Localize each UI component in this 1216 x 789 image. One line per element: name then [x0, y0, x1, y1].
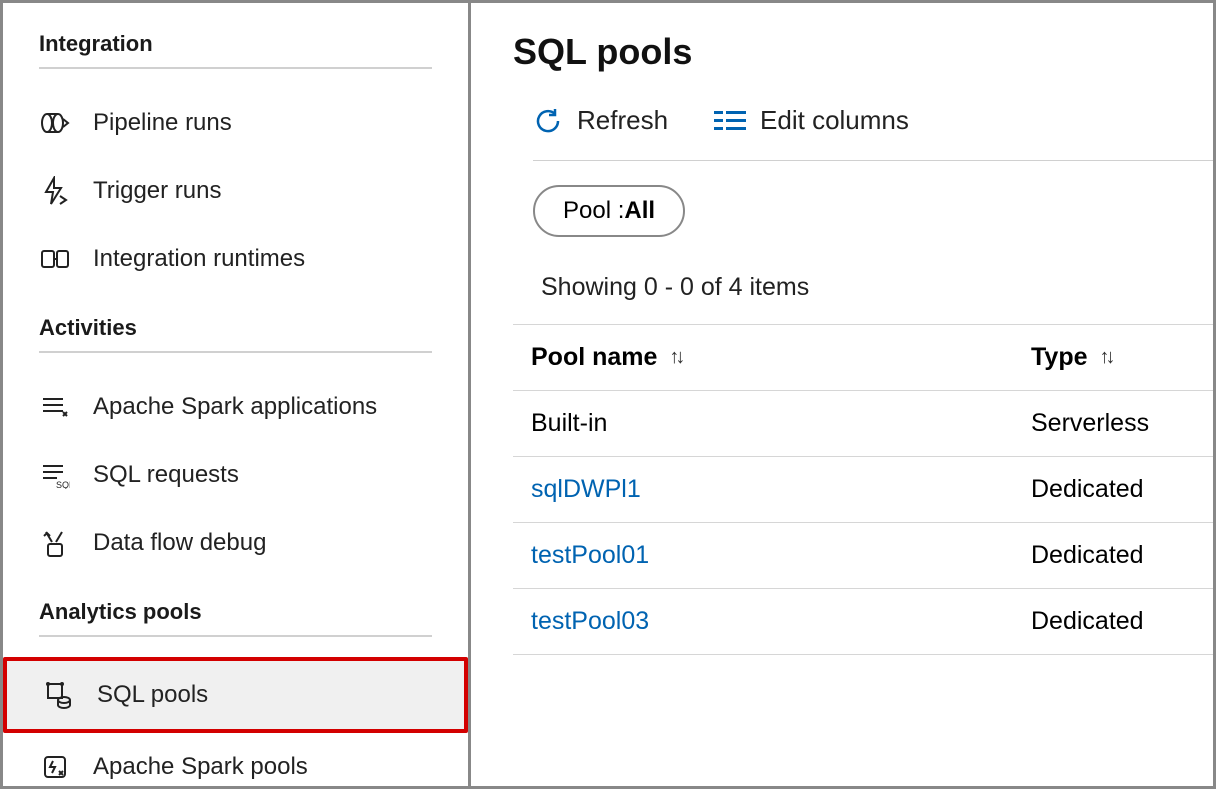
- refresh-button[interactable]: Refresh: [533, 105, 668, 136]
- pool-name-link[interactable]: testPool03: [531, 607, 1031, 636]
- sidebar-item-spark-applications[interactable]: Apache Spark applications: [3, 373, 468, 441]
- column-header-pool-name[interactable]: Pool name ↑↓: [531, 343, 1031, 372]
- dataflow-icon: [39, 527, 71, 559]
- table-row: testPool03 Dedicated: [513, 589, 1213, 655]
- sidebar-item-label: Pipeline runs: [93, 109, 232, 137]
- sidebar-item-data-flow-debug[interactable]: Data flow debug: [3, 509, 468, 577]
- trigger-icon: [39, 175, 71, 207]
- sidebar-item-pipeline-runs[interactable]: Pipeline runs: [3, 89, 468, 157]
- edit-columns-icon: [714, 109, 746, 133]
- sidebar-item-label: Apache Spark applications: [93, 393, 377, 421]
- table-row: sqlDWPl1 Dedicated: [513, 457, 1213, 523]
- svg-text:SQL: SQL: [56, 480, 70, 489]
- sidebar-item-label: SQL pools: [97, 681, 208, 709]
- items-count-text: Showing 0 - 0 of 4 items: [513, 237, 1213, 324]
- table-row: testPool01 Dedicated: [513, 523, 1213, 589]
- section-activities: Activities: [39, 315, 432, 353]
- sort-icon: ↑↓: [1100, 346, 1112, 369]
- sidebar-item-label: SQL requests: [93, 461, 239, 489]
- pool-name-link[interactable]: testPool01: [531, 541, 1031, 570]
- sidebar-item-sql-requests[interactable]: SQL SQL requests: [3, 441, 468, 509]
- pipeline-icon: [39, 107, 71, 139]
- edit-columns-button[interactable]: Edit columns: [714, 105, 909, 136]
- spark-app-icon: [39, 391, 71, 423]
- sidebar-item-label: Apache Spark pools: [93, 753, 308, 781]
- sidebar-item-integration-runtimes[interactable]: Integration runtimes: [3, 225, 468, 293]
- page-title: SQL pools: [513, 31, 1213, 73]
- refresh-icon: [533, 106, 563, 136]
- sidebar-item-label: Integration runtimes: [93, 245, 305, 273]
- main-content: SQL pools Refresh Edit columns Pool :: [471, 3, 1213, 786]
- sort-icon: ↑↓: [669, 346, 681, 369]
- column-header-type[interactable]: Type ↑↓: [1031, 343, 1213, 372]
- pool-type: Serverless: [1031, 409, 1213, 438]
- pool-type: Dedicated: [1031, 475, 1213, 504]
- section-analytics-pools: Analytics pools: [39, 599, 432, 637]
- filter-pool[interactable]: Pool : All: [533, 185, 685, 237]
- sidebar-item-apache-spark-pools[interactable]: Apache Spark pools: [3, 733, 468, 786]
- sidebar-item-sql-pools[interactable]: SQL pools: [3, 657, 468, 733]
- sidebar-item-trigger-runs[interactable]: Trigger runs: [3, 157, 468, 225]
- pools-table: Pool name ↑↓ Type ↑↓ Built-in Serverless…: [513, 324, 1213, 655]
- pool-name-link[interactable]: sqlDWPl1: [531, 475, 1031, 504]
- pool-name: Built-in: [531, 409, 1031, 438]
- table-row: Built-in Serverless: [513, 391, 1213, 457]
- sidebar-item-label: Data flow debug: [93, 529, 266, 557]
- sql-requests-icon: SQL: [39, 459, 71, 491]
- spark-pool-icon: [39, 751, 71, 783]
- sidebar-item-label: Trigger runs: [93, 177, 221, 205]
- toolbar: Refresh Edit columns: [533, 105, 1213, 161]
- pool-type: Dedicated: [1031, 541, 1213, 570]
- pool-type: Dedicated: [1031, 607, 1213, 636]
- sidebar: Integration Pipeline runs Trigger runs I…: [3, 3, 471, 786]
- runtime-icon: [39, 243, 71, 275]
- section-integration: Integration: [39, 31, 432, 69]
- sql-pool-icon: [43, 679, 75, 711]
